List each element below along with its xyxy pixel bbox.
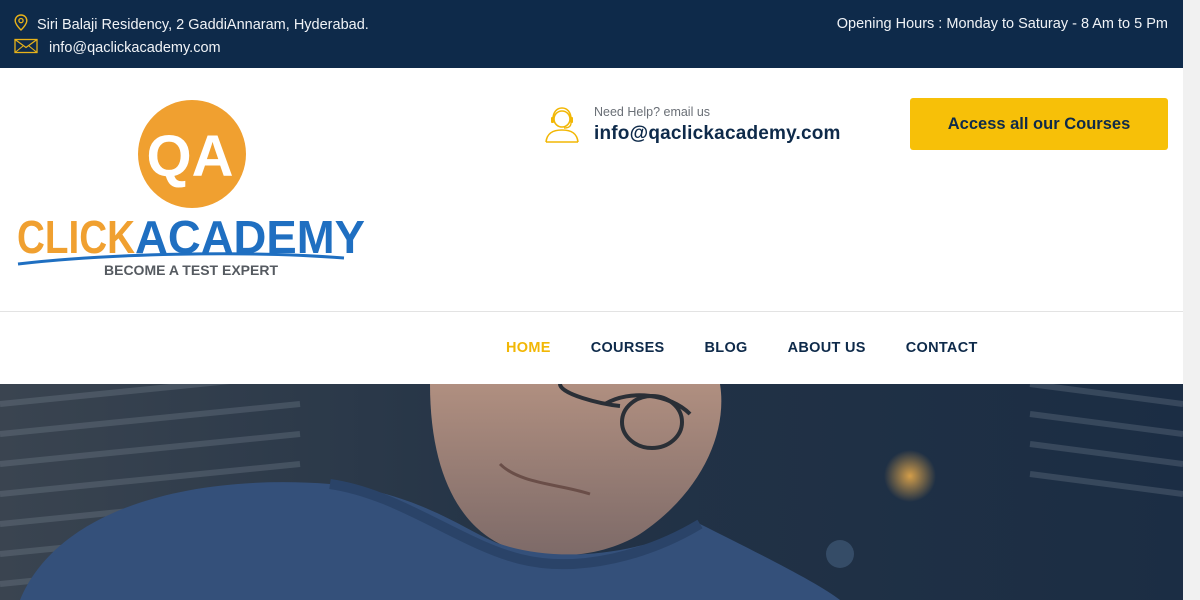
email-row[interactable]: info@qaclickacademy.com (14, 38, 221, 58)
nav-item-courses[interactable]: COURSES (591, 340, 665, 356)
site-header: QA CLICK ACADEMY BECOME A TEST EXPERT Ne… (0, 68, 1183, 312)
support-agent-icon (542, 105, 582, 145)
hero-photo-person (0, 384, 1183, 600)
site-logo[interactable]: QA CLICK ACADEMY BECOME A TEST EXPERT (14, 98, 370, 278)
top-info-bar: Siri Balaji Residency, 2 GaddiAnnaram, H… (0, 0, 1183, 68)
opening-hours: Opening Hours : Monday to Saturay - 8 Am… (836, 16, 1168, 32)
help-contact: Need Help? email us info@qaclickacademy.… (542, 104, 841, 146)
nav-item-contact[interactable]: CONTACT (906, 340, 978, 356)
page-scrollbar[interactable] (1183, 0, 1200, 600)
logo-badge-text: QA (147, 124, 234, 189)
nav-menu: HOME COURSES BLOG ABOUT US CONTACT (506, 340, 1018, 356)
address-row: Siri Balaji Residency, 2 GaddiAnnaram, H… (14, 14, 369, 35)
logo-tagline: BECOME A TEST EXPERT (104, 262, 278, 278)
nav-item-blog[interactable]: BLOG (705, 340, 748, 356)
map-pin-icon (14, 14, 28, 35)
main-navigation: HOME COURSES BLOG ABOUT US CONTACT (0, 313, 1183, 384)
help-email-link[interactable]: info@qaclickacademy.com (594, 122, 841, 146)
access-courses-button[interactable]: Access all our Courses (910, 98, 1168, 150)
envelope-icon (14, 38, 40, 58)
help-label: Need Help? email us (594, 105, 711, 119)
nav-item-home[interactable]: HOME (506, 340, 551, 356)
hero-banner-image (0, 384, 1183, 600)
address-text: Siri Balaji Residency, 2 GaddiAnnaram, H… (37, 16, 369, 33)
topbar-email-link[interactable]: info@qaclickacademy.com (49, 40, 221, 56)
help-text-block: Need Help? email us info@qaclickacademy.… (594, 104, 841, 146)
nav-item-about-us[interactable]: ABOUT US (788, 340, 866, 356)
